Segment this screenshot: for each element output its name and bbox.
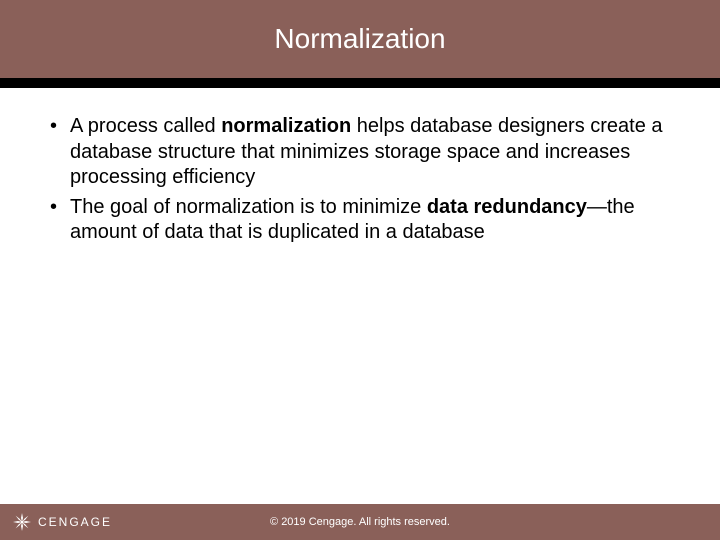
- copyright-text: © 2019 Cengage. All rights reserved.: [270, 516, 450, 528]
- bullet-bold: normalization: [221, 115, 351, 137]
- bullet-text: The goal of normalization is to minimize: [70, 196, 427, 218]
- bullet-text: A process called: [70, 115, 221, 137]
- slide: Normalization A process called normaliza…: [0, 0, 720, 540]
- bullet-list: A process called normalization helps dat…: [50, 114, 682, 246]
- list-item: A process called normalization helps dat…: [50, 114, 682, 191]
- slide-title: Normalization: [274, 23, 445, 55]
- brand: CENGAGE: [12, 512, 112, 532]
- bullet-bold: data redundancy: [427, 196, 587, 218]
- slide-body: A process called normalization helps dat…: [0, 88, 720, 504]
- brand-name: CENGAGE: [38, 515, 112, 529]
- brand-starburst-icon: [12, 512, 32, 532]
- divider-strip: [0, 78, 720, 88]
- list-item: The goal of normalization is to minimize…: [50, 195, 682, 246]
- footer-band: CENGAGE © 2019 Cengage. All rights reser…: [0, 504, 720, 540]
- title-band: Normalization: [0, 0, 720, 78]
